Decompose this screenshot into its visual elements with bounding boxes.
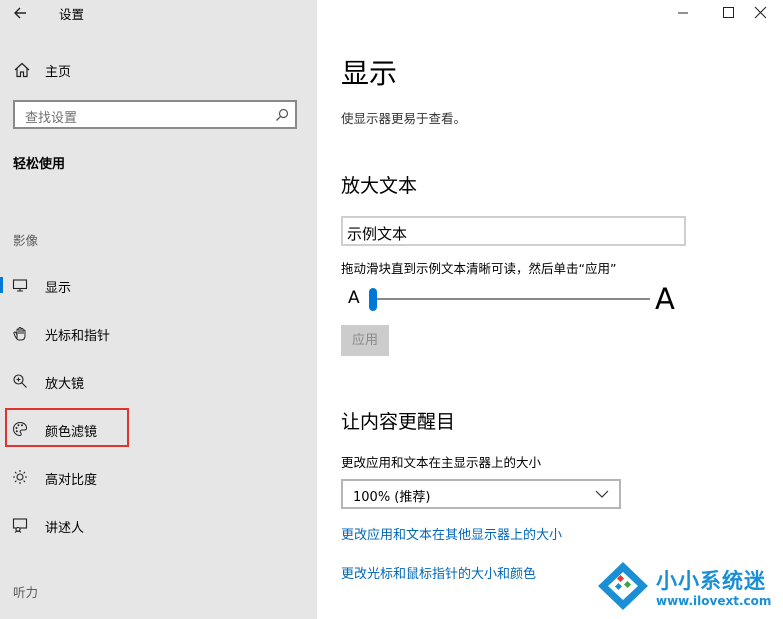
close-button[interactable] [737, 0, 783, 26]
size-dropdown[interactable]: 100% (推荐) [341, 479, 621, 509]
pointer-icon [13, 327, 26, 341]
home-icon [14, 62, 30, 78]
sidebar-item-label: 讲述人 [45, 521, 85, 536]
chevron-down-icon [595, 490, 609, 498]
slider-min-label: A [348, 288, 360, 308]
sample-text: 示例文本 [347, 225, 408, 243]
sidebar-item-label: 放大镜 [45, 377, 85, 392]
contrast-icon [13, 470, 27, 484]
link-other-displays[interactable]: 更改应用和文本在其他显示器上的大小 [341, 524, 562, 543]
watermark-url: www.ilovext.com [656, 594, 772, 608]
window-title: 设置 [59, 7, 85, 22]
sidebar-item-magnifier[interactable]: 放大镜 [0, 365, 317, 397]
text-size-slider-thumb[interactable] [369, 288, 377, 311]
display-icon [12, 279, 28, 292]
enlarge-text-heading: 放大文本 [341, 175, 418, 197]
home-label: 主页 [45, 65, 72, 80]
size-dropdown-value: 100% (推荐) [353, 490, 431, 505]
back-button[interactable] [8, 2, 34, 24]
back-arrow-icon [14, 7, 26, 19]
search-icon[interactable] [275, 108, 289, 122]
minimize-button[interactable] [660, 0, 706, 26]
page-title: 显示 [341, 57, 398, 90]
text-size-slider-track[interactable] [370, 298, 650, 300]
close-icon [754, 6, 767, 19]
watermark-logo-icon [598, 562, 648, 610]
magnifier-icon [13, 374, 27, 388]
size-label: 更改应用和文本在主显示器上的大小 [341, 455, 542, 470]
narrator-icon [12, 518, 28, 533]
sidebar-item-narrator[interactable]: 讲述人 [0, 509, 317, 541]
sidebar-item-display[interactable]: 显示 [0, 269, 317, 301]
sidebar-item-label: 光标和指针 [45, 329, 111, 344]
apply-button[interactable]: 应用 [341, 325, 389, 356]
sidebar-home[interactable]: 主页 [0, 56, 317, 84]
page-subtitle: 使显示器更易于查看。 [341, 111, 467, 126]
sidebar-item-high-contrast[interactable]: 高对比度 [0, 461, 317, 493]
group-vision: 影像 [13, 233, 39, 248]
slider-max-label: A [655, 282, 675, 316]
sidebar: 设置 主页 查找设置 轻松使用 影像 显示 光标和指针 放大镜 颜色滤镜 高对比… [0, 0, 317, 619]
sidebar-item-pointer[interactable]: 光标和指针 [0, 317, 317, 349]
search-input[interactable]: 查找设置 [13, 100, 297, 129]
group-hearing: 听力 [13, 585, 39, 600]
section-title: 轻松使用 [13, 157, 66, 172]
sidebar-item-label: 显示 [45, 281, 72, 296]
bigger-content-heading: 让内容更醒目 [341, 411, 456, 433]
minimize-icon [678, 12, 688, 14]
watermark-title: 小小系统迷 [656, 569, 766, 593]
slider-hint: 拖动滑块直到示例文本清晰可读，然后单击“应用” [341, 261, 617, 276]
link-cursor-size[interactable]: 更改光标和鼠标指针的大小和颜色 [341, 563, 536, 582]
search-placeholder: 查找设置 [25, 111, 78, 126]
sample-text-box: 示例文本 [341, 216, 686, 246]
highlight-annotation [5, 408, 129, 447]
sidebar-item-label: 高对比度 [45, 473, 98, 488]
